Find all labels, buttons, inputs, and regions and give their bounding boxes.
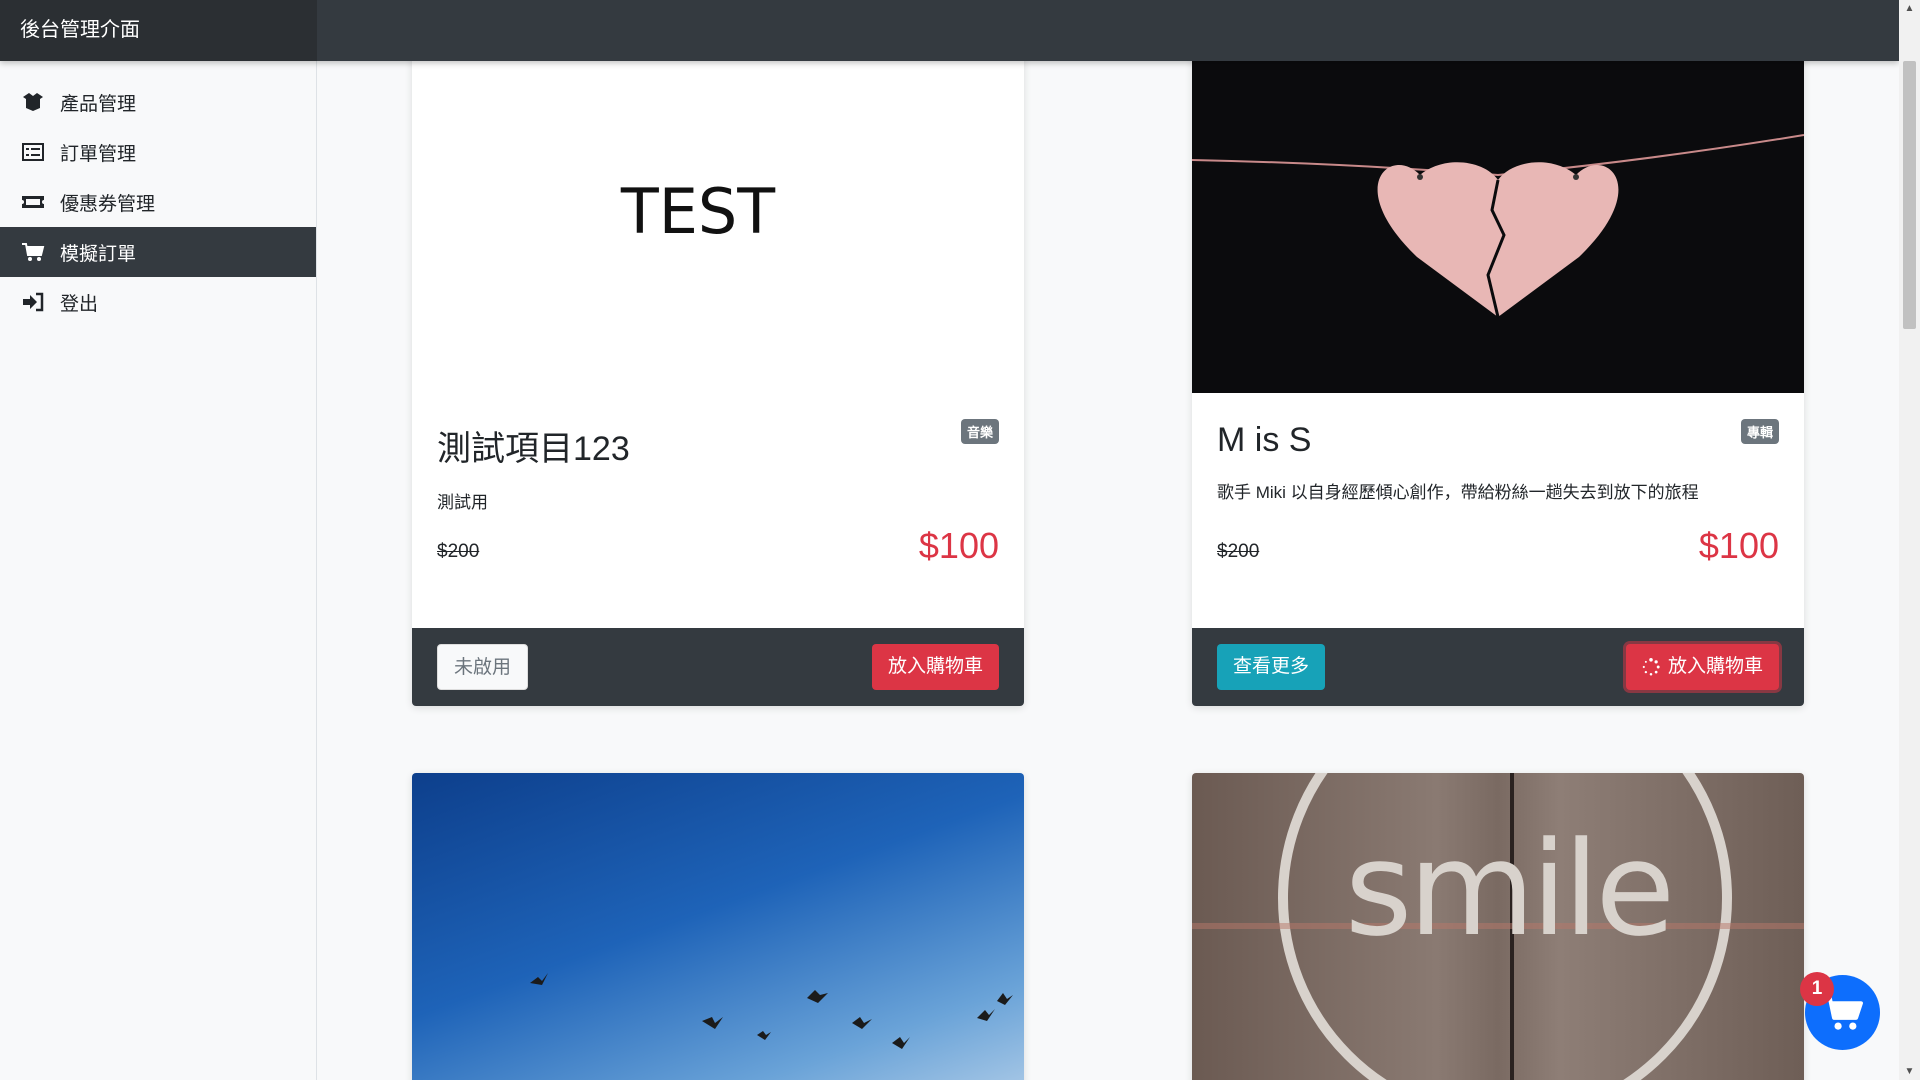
sidebar-item-products[interactable]: 產品管理 bbox=[0, 77, 316, 127]
sidebar-item-label: 產品管理 bbox=[60, 93, 137, 115]
product-card-body: M is S 專輯 歌手 Miki 以自身經歷傾心創作，帶給粉絲一趟失去到放下的… bbox=[1192, 393, 1804, 628]
sidebar-item-label: 登出 bbox=[60, 293, 99, 315]
birds-image bbox=[530, 973, 1013, 1049]
original-price: $200 bbox=[437, 541, 480, 562]
scroll-up-arrow[interactable]: ▲ bbox=[1899, 0, 1920, 17]
product-title: 測試項目123 bbox=[437, 430, 630, 468]
category-badge: 專輯 bbox=[1740, 419, 1779, 444]
sidebar-item-label: 訂單管理 bbox=[60, 143, 137, 165]
list-icon bbox=[20, 142, 46, 162]
add-to-cart-button-loading[interactable]: 放入購物車 bbox=[1625, 644, 1779, 690]
product-card-body: 測試項目123 音樂 測試用 $200 $100 bbox=[412, 393, 1024, 628]
top-navbar: 後台管理介面 bbox=[0, 0, 1899, 61]
product-image: smile bbox=[1192, 773, 1804, 1080]
sidebar-item-label: 優惠券管理 bbox=[60, 193, 156, 215]
card-footer: 查看更多 放入購物車 bbox=[1192, 628, 1804, 706]
view-more-button-disabled[interactable]: 未啟用 bbox=[437, 644, 529, 690]
sidebar-item-label: 模擬訂單 bbox=[60, 243, 137, 265]
product-card: TEST 測試項目123 音樂 測試用 $200 $100 未啟用 放入購物車 bbox=[412, 61, 1024, 706]
sidebar-item-logout[interactable]: 登出 bbox=[0, 277, 316, 327]
sidebar-item-mock-order[interactable]: 模擬訂單 bbox=[0, 227, 316, 277]
add-to-cart-label: 放入購物車 bbox=[1667, 656, 1763, 677]
price-row: $200 $100 bbox=[1217, 521, 1779, 571]
scroll-down-arrow[interactable]: ▼ bbox=[1899, 1063, 1920, 1080]
product-card: smile bbox=[1192, 773, 1804, 1080]
category-badge: 音樂 bbox=[960, 419, 999, 444]
view-more-button[interactable]: 查看更多 bbox=[1217, 644, 1326, 690]
card-footer: 未啟用 放入購物車 bbox=[412, 628, 1024, 706]
main-content: TEST 測試項目123 音樂 測試用 $200 $100 未啟用 放入購物車 bbox=[318, 61, 1899, 1080]
ticket-icon bbox=[20, 192, 46, 212]
original-price: $200 bbox=[1217, 541, 1260, 562]
sidebar-item-coupons[interactable]: 優惠券管理 bbox=[0, 177, 316, 227]
broken-heart-image bbox=[1192, 134, 1804, 318]
sidebar: 產品管理 訂單管理 優惠券管理 模擬訂單 登出 bbox=[0, 61, 317, 1080]
product-image: TEST bbox=[412, 61, 1024, 393]
product-image bbox=[412, 773, 1024, 1080]
product-card: M is S 專輯 歌手 Miki 以自身經歷傾心創作，帶給粉絲一趟失去到放下的… bbox=[1192, 61, 1804, 706]
image-text: smile bbox=[1344, 813, 1676, 965]
price-row: $200 $100 bbox=[437, 521, 999, 571]
image-text: TEST bbox=[620, 175, 776, 248]
sale-price: $100 bbox=[1698, 525, 1779, 566]
product-description: 測試用 bbox=[437, 493, 488, 512]
product-title: M is S bbox=[1217, 421, 1312, 459]
sign-out-icon bbox=[20, 292, 46, 312]
spinner-icon bbox=[1642, 658, 1660, 676]
scroll-thumb[interactable] bbox=[1903, 61, 1916, 329]
product-image bbox=[1192, 61, 1804, 393]
product-card bbox=[412, 773, 1024, 1080]
app-title[interactable]: 後台管理介面 bbox=[0, 0, 317, 61]
cart-count-badge: 1 bbox=[1800, 972, 1834, 1006]
sidebar-item-orders[interactable]: 訂單管理 bbox=[0, 127, 316, 177]
page-scrollbar[interactable]: ▲ ▼ bbox=[1899, 0, 1920, 1080]
product-description: 歌手 Miki 以自身經歷傾心創作，帶給粉絲一趟失去到放下的旅程 bbox=[1217, 483, 1699, 502]
add-to-cart-button[interactable]: 放入購物車 bbox=[871, 644, 999, 690]
sale-price: $100 bbox=[918, 525, 999, 566]
cart-icon bbox=[20, 242, 46, 262]
box-open-icon bbox=[20, 92, 46, 112]
